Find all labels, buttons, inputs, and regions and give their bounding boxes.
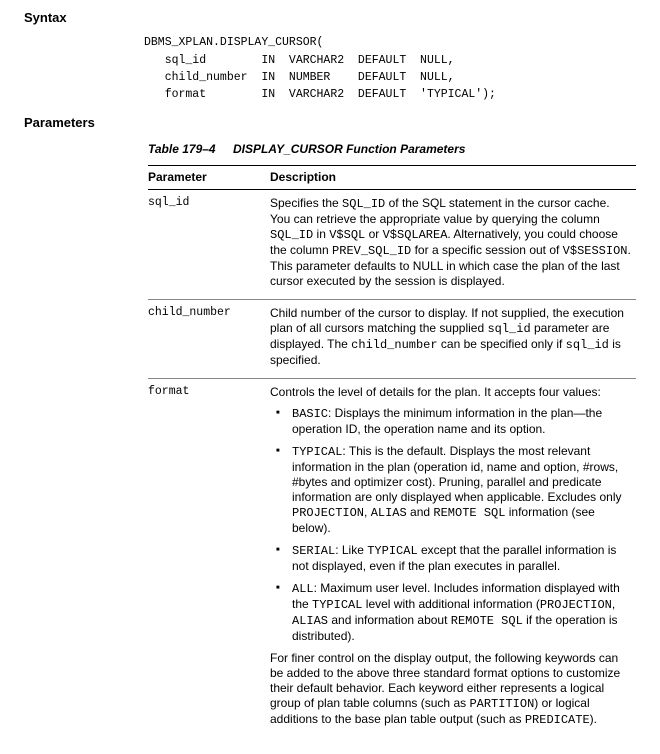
parameters-table: Parameter Description sql_id Specifies t…	[148, 165, 636, 738]
column-header-parameter: Parameter	[148, 165, 270, 189]
syntax-code-block: DBMS_XPLAN.DISPLAY_CURSOR( sql_id IN VAR…	[144, 34, 636, 103]
column-header-description: Description	[270, 165, 636, 189]
param-name-child-number: child_number	[148, 299, 270, 378]
param-desc-sql-id: Specifies the SQL_ID of the SQL statemen…	[270, 189, 636, 299]
param-desc-format: Controls the level of details for the pl…	[270, 378, 636, 738]
list-item: SERIAL: Like TYPICAL except that the par…	[292, 543, 632, 574]
list-item: TYPICAL: This is the default. Displays t…	[292, 444, 632, 536]
param-desc-child-number: Child number of the cursor to display. I…	[270, 299, 636, 378]
table-number: Table 179–4	[148, 142, 216, 156]
table-row: format Controls the level of details for…	[148, 378, 636, 738]
table-row: child_number Child number of the cursor …	[148, 299, 636, 378]
heading-syntax: Syntax	[24, 10, 636, 26]
list-item: BASIC: Displays the minimum information …	[292, 406, 632, 437]
param-name-sql-id: sql_id	[148, 189, 270, 299]
format-values-list: BASIC: Displays the minimum information …	[270, 406, 632, 644]
table-row: sql_id Specifies the SQL_ID of the SQL s…	[148, 189, 636, 299]
heading-parameters: Parameters	[24, 115, 636, 131]
table-title: DISPLAY_CURSOR Function Parameters	[233, 142, 466, 156]
table-caption: Table 179–4 DISPLAY_CURSOR Function Para…	[148, 142, 636, 157]
param-name-format: format	[148, 378, 270, 738]
list-item: ALL: Maximum user level. Includes inform…	[292, 581, 632, 644]
